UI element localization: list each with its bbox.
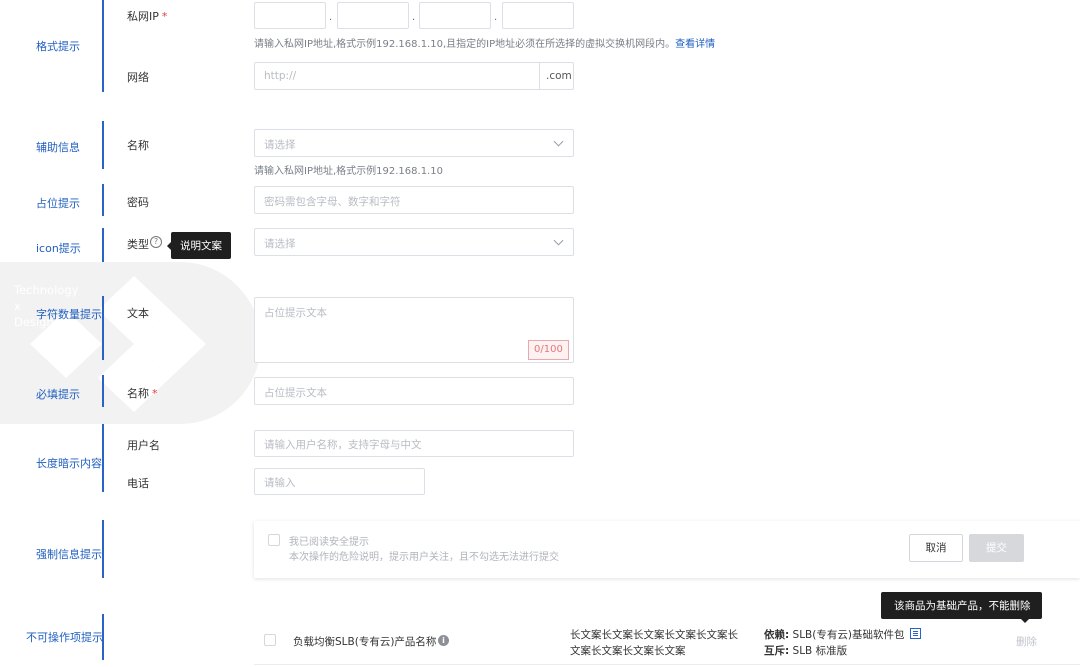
section-bar [102,0,104,92]
ip-octet-2-input[interactable] [337,2,409,29]
agreement-checkbox[interactable] [268,534,280,546]
section-bar [102,375,104,407]
section-bar [102,424,104,492]
product-name: 负载均衡SLB(专有云)产品名称 [293,636,437,648]
network-placeholder: http:// [264,70,297,82]
type-select-placeholder: 请选择 [264,238,296,250]
username-placeholder: 请输入用户名称，支持字母与中文 [264,439,422,451]
name-select-label: 名称 [127,139,149,152]
required-mark: * [161,10,168,23]
required-name-label: 名称 * [127,387,158,400]
username-label: 用户名 [127,439,160,452]
chevron-down-icon [553,136,564,147]
phone-input[interactable]: 请输入 [254,468,425,495]
section-char-count-hint: 字符数量提示 [36,308,102,321]
section-bar [102,614,104,660]
tooltip-text: 该商品为基础产品，不能删除 [894,600,1031,612]
ip-octet-4-input[interactable] [502,2,574,29]
section-force-info-hint: 强制信息提示 [36,548,102,561]
section-disabled-item-hint: 不可操作项提示 [26,631,103,644]
phone-placeholder: 请输入 [264,477,296,489]
watermark-line-1: Technology [14,283,79,297]
agreement-description: 本次操作的危险说明，提示用户关注，且不勾选无法进行提交 [289,552,559,563]
ip-octet-1-input[interactable] [254,2,326,29]
section-format-hint: 格式提示 [36,40,80,53]
section-bar [102,121,104,169]
section-placeholder-hint: 占位提示 [36,197,80,210]
row-divider [254,664,1080,665]
dependency-value: SLB(专有云)基础软件包 [792,629,905,641]
name-select[interactable]: 请选择 [254,129,574,157]
section-required-hint: 必填提示 [36,388,80,401]
ip-dot: . [329,12,333,23]
submit-button[interactable]: 提交 [969,534,1024,562]
section-bar [102,184,104,216]
ip-dot: . [494,12,498,23]
section-bar [102,228,104,262]
delete-button-disabled[interactable]: 删除 [1016,634,1037,649]
tooltip-text: 说明文案 [180,240,222,252]
section-bar [102,520,104,578]
name-select-placeholder: 请选择 [264,139,296,151]
private-ip-label: 私网IP * [127,10,168,23]
section-length-hint: 长度暗示内容 [36,457,102,470]
agreement-label: 我已阅读安全提示 [289,537,369,548]
network-url-input[interactable]: http:// .com [254,62,574,90]
ip-octet-3-input[interactable] [419,2,491,29]
chevron-down-icon [553,235,564,246]
mutex-value: SLB 标准版 [792,645,848,657]
password-input[interactable]: 密码需包含字母、数字和字符 [254,186,574,214]
help-icon[interactable]: ? [150,236,162,248]
username-input[interactable]: 请输入用户名称，支持字母与中文 [254,430,574,457]
document-icon[interactable] [910,628,921,639]
private-ip-hint: 请输入私网IP地址,格式示例192.168.1.10,且指定的IP地址必须在所选… [254,39,716,50]
network-label: 网络 [127,71,149,84]
password-label: 密码 [127,196,149,209]
required-name-input[interactable]: 占位提示文本 [254,377,574,405]
delete-disabled-tooltip: 该商品为基础产品，不能删除 [881,592,1042,623]
product-row-checkbox[interactable] [264,634,276,646]
phone-label: 电话 [127,477,149,490]
divider [539,63,540,89]
section-aux-info: 辅助信息 [36,141,80,154]
text-area-placeholder: 占位提示文本 [264,307,327,319]
type-label: 类型 [127,238,149,251]
long-text: 长文案长文案长文案长文案长文案长 文案长文案长文案长文案 [570,629,738,657]
ip-dot: . [412,12,416,23]
required-mark: * [152,387,158,400]
cancel-button[interactable]: 取消 [909,534,963,562]
text-area[interactable]: 占位提示文本 0/100 [254,297,574,363]
mutex-label: 互斥: [764,645,790,657]
name-select-hint: 请输入私网IP地址,格式示例192.168.1.10 [254,166,443,177]
tooltip-arrow [1020,618,1030,623]
section-bar [102,296,104,360]
info-icon[interactable]: i [438,635,449,646]
dependency-label: 依赖: [764,629,790,641]
view-details-link[interactable]: 查看详情 [675,39,715,50]
agreement-panel: 我已阅读安全提示 本次操作的危险说明，提示用户关注，且不勾选无法进行提交 取消 … [254,521,1080,578]
text-area-label: 文本 [127,307,149,320]
type-help-tooltip: 说明文案 [167,232,231,259]
network-suffix: .com [546,70,572,82]
section-icon-hint: icon提示 [36,242,81,255]
char-counter: 0/100 [528,340,569,360]
dependency-info: 依赖: SLB(专有云)基础软件包 互斥: SLB 标准版 [764,627,904,659]
password-placeholder: 密码需包含字母、数字和字符 [264,196,401,208]
type-select[interactable]: 请选择 [254,228,574,256]
tooltip-arrow [167,241,172,251]
required-name-placeholder: 占位提示文本 [264,387,327,399]
